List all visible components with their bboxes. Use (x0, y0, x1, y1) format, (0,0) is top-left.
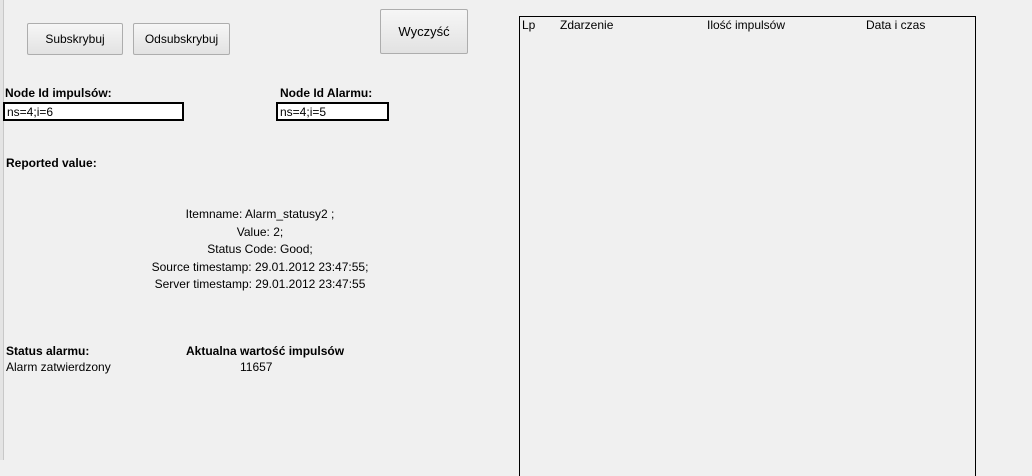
alarm-status-value: Alarm zatwierdzony (6, 360, 111, 374)
impulse-node-id-input[interactable] (3, 102, 184, 121)
reported-server-timestamp: Server timestamp: 29.01.2012 23:47:55 (154, 277, 366, 291)
alarm-node-id-label: Node Id Alarmu: (280, 86, 373, 100)
window-left-edge (0, 0, 4, 460)
reported-status-code: Status Code: Good; (207, 242, 313, 256)
impulse-value-label: Aktualna wartość impulsów (186, 344, 345, 358)
column-header-event[interactable]: Zdarzenie (560, 18, 613, 32)
column-header-impulse-count[interactable]: Ilość impulsów (707, 18, 785, 32)
alarm-node-id-input[interactable] (276, 102, 389, 121)
column-header-lp[interactable]: Lp (522, 18, 535, 32)
reported-value-label: Reported value: (6, 156, 97, 170)
impulse-value: 11657 (240, 360, 273, 374)
unsubscribe-button[interactable]: Odsubskrybuj (133, 23, 230, 55)
alarm-status-label: Status alarmu: (6, 344, 90, 358)
event-list[interactable]: Lp Zdarzenie Ilość impulsów Data i czas (519, 16, 976, 476)
reported-itemname: Itemname: Alarm_statusy2 ; (185, 207, 335, 221)
column-header-datetime[interactable]: Data i czas (866, 18, 925, 32)
subscribe-button[interactable]: Subskrybuj (27, 23, 123, 55)
clear-button[interactable]: Wyczyść (380, 9, 468, 54)
reported-value: Value: 2; (236, 224, 284, 239)
impulse-node-id-label: Node Id impulsów: (5, 86, 112, 100)
reported-value-details: Itemname: Alarm_statusy2 ; Value: 2; Sta… (100, 206, 420, 294)
reported-source-timestamp: Source timestamp: 29.01.2012 23:47:55; (151, 259, 369, 274)
